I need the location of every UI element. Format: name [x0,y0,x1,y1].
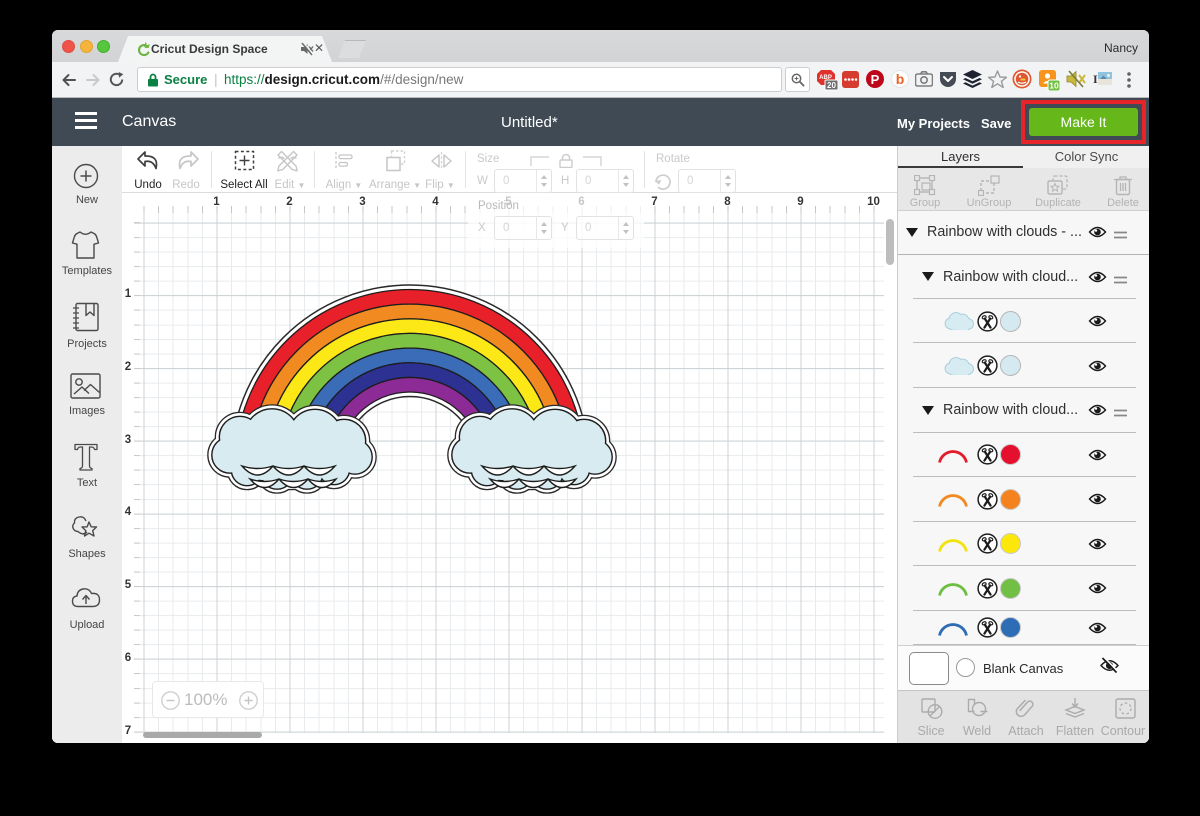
svg-text:b: b [896,71,905,87]
svg-text:20: 20 [827,81,836,90]
svg-text:P: P [871,72,880,87]
svg-text:I: I [1093,72,1098,86]
svg-text:10: 10 [1049,81,1059,91]
